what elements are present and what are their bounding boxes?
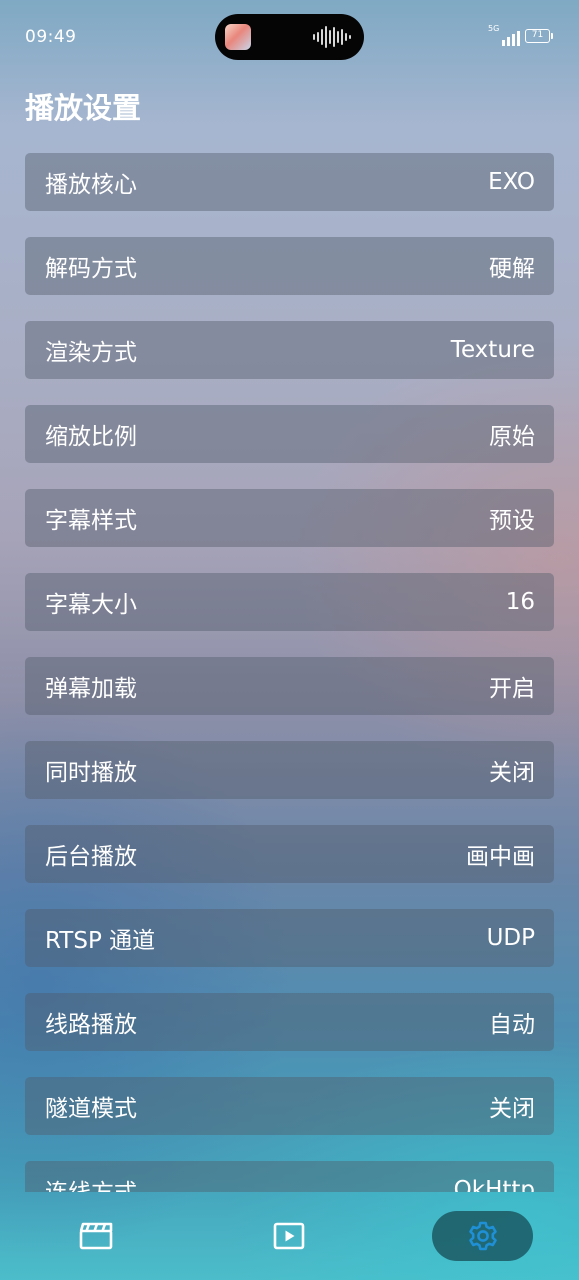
setting-label: 解码方式 [45, 256, 137, 282]
setting-label: RTSP 通道 [45, 928, 156, 954]
setting-value: 原始 [489, 424, 535, 450]
setting-row-player-core[interactable]: 播放核心 EXO [25, 153, 554, 211]
setting-value: 预设 [489, 508, 535, 534]
nav-home-button[interactable] [66, 1211, 126, 1261]
setting-value: Texture [450, 337, 535, 363]
setting-value: 16 [505, 589, 535, 615]
setting-row-line-play[interactable]: 线路播放 自动 [25, 993, 554, 1051]
setting-row-subtitle-style[interactable]: 字幕样式 预设 [25, 489, 554, 547]
nav-player-button[interactable] [259, 1211, 319, 1261]
setting-label: 连线方式 [45, 1173, 137, 1192]
setting-row-decode-mode[interactable]: 解码方式 硬解 [25, 237, 554, 295]
setting-row-tunnel-mode[interactable]: 隧道模式 关闭 [25, 1077, 554, 1135]
setting-row-background-play[interactable]: 后台播放 画中画 [25, 825, 554, 883]
setting-row-simultaneous-play[interactable]: 同时播放 关闭 [25, 741, 554, 799]
setting-label: 缩放比例 [45, 424, 137, 450]
setting-row-scale-ratio[interactable]: 缩放比例 原始 [25, 405, 554, 463]
setting-row-render-mode[interactable]: 渲染方式 Texture [25, 321, 554, 379]
setting-value: 自动 [489, 1012, 535, 1038]
setting-label: 同时播放 [45, 760, 137, 786]
clapperboard-icon [79, 1222, 113, 1250]
setting-label: 播放核心 [45, 172, 137, 198]
play-icon [273, 1222, 305, 1250]
setting-value: 关闭 [489, 1096, 535, 1122]
setting-label: 线路播放 [45, 1012, 137, 1038]
setting-row-danmaku-load[interactable]: 弹幕加载 开启 [25, 657, 554, 715]
setting-value: 硬解 [489, 256, 535, 282]
setting-label: 字幕大小 [45, 592, 137, 618]
setting-value: 开启 [489, 676, 535, 702]
setting-label: 渲染方式 [45, 340, 137, 366]
setting-row-subtitle-size[interactable]: 字幕大小 16 [25, 573, 554, 631]
setting-value: UDP [486, 925, 535, 951]
setting-label: 隧道模式 [45, 1096, 137, 1122]
setting-label: 后台播放 [45, 844, 137, 870]
gear-icon [468, 1221, 497, 1251]
setting-value: OkHttp [453, 1177, 535, 1192]
setting-row-connection-mode[interactable]: 连线方式 OkHttp [25, 1161, 554, 1192]
bottom-nav [0, 1192, 579, 1280]
setting-row-rtsp-channel[interactable]: RTSP 通道 UDP [25, 909, 554, 967]
settings-list[interactable]: 播放核心 EXO 解码方式 硬解 渲染方式 Texture 缩放比例 原始 字幕… [0, 0, 579, 1192]
setting-label: 字幕样式 [45, 508, 137, 534]
setting-value: 关闭 [489, 760, 535, 786]
nav-settings-button[interactable] [432, 1211, 533, 1261]
setting-value: EXO [488, 169, 535, 195]
setting-label: 弹幕加载 [45, 676, 137, 702]
setting-value: 画中画 [466, 844, 535, 870]
